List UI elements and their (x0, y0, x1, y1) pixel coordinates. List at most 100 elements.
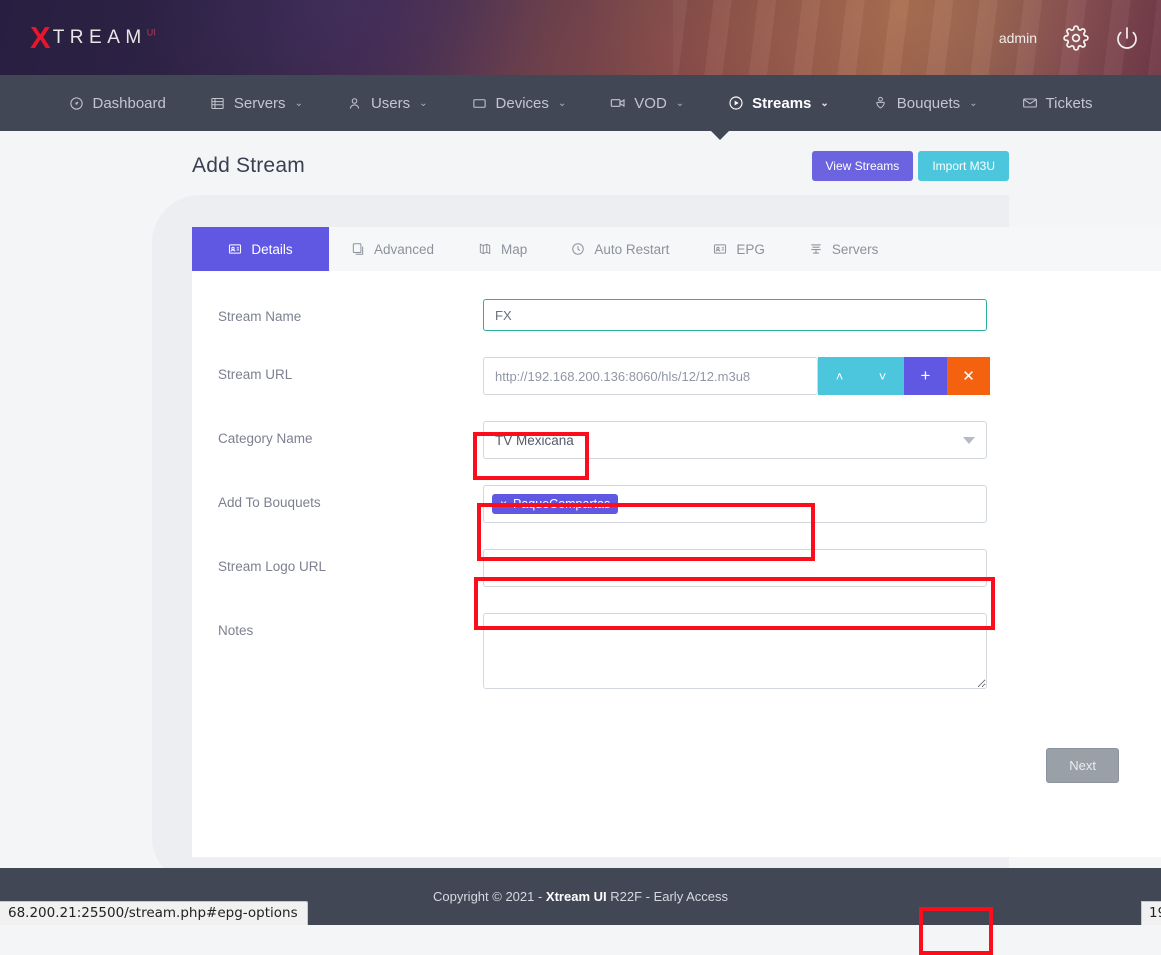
form-tabs: Details Advanced Map (192, 227, 1161, 271)
notes-control (483, 613, 1135, 694)
nav-label: Dashboard (92, 95, 165, 112)
field-row-stream-url: Stream URL ˄ ˅ + ✕ (218, 357, 1135, 395)
stream-url-group: ˄ ˅ + ✕ (483, 357, 1135, 395)
nav-label: Devices (496, 95, 549, 112)
map-icon (478, 242, 492, 256)
import-m3u-button[interactable]: Import M3U (918, 151, 1009, 181)
tab-advanced[interactable]: Advanced (329, 227, 456, 271)
play-circle-icon (728, 95, 744, 111)
stream-url-move-down-button[interactable]: ˅ (861, 357, 904, 395)
chevron-down-icon: ⌄ (676, 98, 684, 109)
page-header: Add Stream View Streams Import M3U (0, 131, 1161, 195)
add-stream-form: Stream Name Stream URL ˄ ˅ + ✕ (192, 271, 1161, 730)
footer-brand: Xtream UI (546, 889, 607, 904)
stream-url-move-up-button[interactable]: ˄ (818, 357, 861, 395)
mail-icon (1022, 95, 1038, 111)
tab-label: Advanced (374, 242, 434, 257)
stream-url-input[interactable] (483, 357, 818, 395)
sliders-icon (351, 242, 365, 256)
tab-map[interactable]: Map (456, 227, 549, 271)
bouquet-tag[interactable]: × PaqueCompartas (492, 494, 618, 514)
stream-logo-url-input[interactable] (483, 549, 987, 587)
tab-label: EPG (736, 242, 765, 257)
notes-textarea[interactable] (483, 613, 987, 689)
nav-item-vod[interactable]: VOD ⌄ (588, 75, 706, 131)
nav-label: Users (371, 95, 410, 112)
add-to-bouquets-control: × PaqueCompartas (483, 485, 1135, 523)
stream-url-control: ˄ ˅ + ✕ (483, 357, 1135, 395)
tab-epg[interactable]: EPG (691, 227, 787, 271)
nav-item-dashboard[interactable]: Dashboard (46, 75, 187, 131)
tab-label: Auto Restart (594, 242, 669, 257)
browser-status-bar: 68.200.21:25500/stream.php#epg-options (0, 901, 308, 925)
epg-icon (713, 242, 727, 256)
add-to-bouquets-label: Add To Bouquets (218, 485, 483, 510)
category-name-select[interactable]: TV Mexicana (483, 421, 987, 459)
remove-tag-icon[interactable]: × (500, 497, 507, 511)
nav-item-users[interactable]: Users ⌄ (325, 75, 450, 131)
chevron-down-icon (963, 437, 975, 444)
stream-logo-url-label: Stream Logo URL (218, 549, 483, 574)
field-row-notes: Notes (218, 613, 1135, 694)
main-navigation: Dashboard Servers ⌄ Users ⌄ Devices ⌄ (0, 75, 1161, 131)
view-streams-button[interactable]: View Streams (812, 151, 914, 181)
page-title: Add Stream (192, 154, 305, 178)
id-card-icon (228, 242, 242, 256)
field-row-add-to-bouquets: Add To Bouquets × PaqueCompartas (218, 485, 1135, 523)
gear-icon[interactable] (1063, 25, 1089, 51)
stream-url-label: Stream URL (218, 357, 483, 382)
bouquet-icon (873, 95, 889, 111)
tab-servers[interactable]: Servers (787, 227, 901, 271)
video-icon (610, 95, 626, 111)
tab-label: Map (501, 242, 527, 257)
stream-name-input[interactable] (483, 299, 987, 331)
page-body: Add Stream View Streams Import M3U Detai… (0, 131, 1161, 885)
stream-name-label: Stream Name (218, 299, 483, 324)
field-row-stream-name: Stream Name (218, 299, 1135, 331)
add-stream-card: Details Advanced Map (192, 227, 1161, 857)
nav-item-bouquets[interactable]: Bouquets ⌄ (851, 75, 1000, 131)
nav-item-streams[interactable]: Streams ⌄ (706, 75, 851, 131)
nav-item-tickets[interactable]: Tickets (1000, 75, 1115, 131)
category-name-control: TV Mexicana (483, 421, 1135, 459)
nav-items: Dashboard Servers ⌄ Users ⌄ Devices ⌄ (46, 75, 1114, 131)
current-user-label[interactable]: admin (999, 30, 1037, 46)
nav-item-servers[interactable]: Servers ⌄ (188, 75, 325, 131)
tab-details[interactable]: Details (192, 227, 329, 271)
form-footer-actions: Next (192, 730, 1161, 807)
notes-label: Notes (218, 613, 483, 638)
app-header: X TREAMUI admin (0, 0, 1161, 75)
nav-label: Tickets (1046, 95, 1093, 112)
tab-auto-restart[interactable]: Auto Restart (549, 227, 691, 271)
nav-item-devices[interactable]: Devices ⌄ (450, 75, 589, 131)
browser-status-bar-right: 192 (1141, 901, 1161, 925)
chevron-down-icon: ⌄ (820, 98, 828, 109)
category-name-value: TV Mexicana (495, 433, 574, 448)
stream-url-remove-button[interactable]: ✕ (947, 357, 990, 395)
logo-superscript: UI (147, 27, 156, 37)
nav-label: VOD (634, 95, 667, 112)
header-actions: admin (999, 25, 1139, 51)
power-icon[interactable] (1115, 26, 1139, 50)
clock-icon (571, 242, 585, 256)
chevron-down-icon: ⌄ (295, 98, 303, 109)
next-button[interactable]: Next (1046, 748, 1119, 783)
dashboard-icon (68, 95, 84, 111)
logo-wordmark: TREAMUI (53, 27, 156, 49)
chevron-down-icon: ⌄ (419, 98, 427, 109)
stream-logo-url-control (483, 549, 1135, 587)
bouquet-tag-label: PaqueCompartas (513, 497, 610, 511)
chevron-down-icon: ⌄ (969, 98, 977, 109)
nav-label: Servers (234, 95, 286, 112)
add-to-bouquets-input[interactable]: × PaqueCompartas (483, 485, 987, 523)
logo-x-mark: X (30, 22, 51, 53)
copyright-text: Copyright © 2021 - Xtream UI R22F - Earl… (433, 889, 728, 904)
app-logo[interactable]: X TREAMUI (30, 22, 156, 53)
chevron-down-icon: ⌄ (558, 98, 566, 109)
field-row-stream-logo-url: Stream Logo URL (218, 549, 1135, 587)
device-icon (472, 95, 488, 111)
category-name-label: Category Name (218, 421, 483, 446)
page-header-actions: View Streams Import M3U (812, 151, 1010, 181)
content-shell: Details Advanced Map (152, 195, 1009, 885)
stream-url-add-button[interactable]: + (904, 357, 947, 395)
